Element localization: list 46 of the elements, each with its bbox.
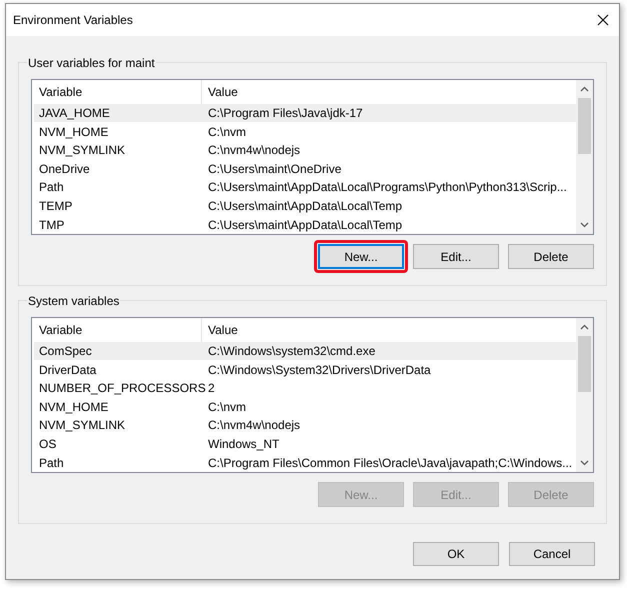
- scroll-down-icon[interactable]: [580, 460, 589, 466]
- scroll-down-icon[interactable]: [580, 222, 589, 228]
- action-button[interactable]: Delete: [508, 244, 594, 269]
- variable-name: ComSpec: [38, 342, 93, 360]
- variable-value: C:\Users\maint\AppData\Local\Temp: [207, 198, 404, 216]
- variable-value: 2: [207, 380, 216, 398]
- variable-name: OS: [38, 436, 58, 454]
- scrollbar[interactable]: [576, 318, 593, 472]
- variable-value: C:\Users\maint\OneDrive: [207, 160, 342, 178]
- variable-value: C:\nvm4w\nodejs: [207, 142, 302, 160]
- close-icon[interactable]: [597, 14, 609, 26]
- variable-name: DriverData: [38, 362, 98, 378]
- variable-name: NVM_SYMLINK: [38, 142, 126, 160]
- variable-value: C:\nvm4w\nodejs: [207, 417, 302, 434]
- dialog-button[interactable]: OK: [413, 542, 499, 566]
- variable-value: C:\Users\maint\AppData\Local\Programs\Python\Python313\Scrip...: [207, 179, 568, 196]
- action-button[interactable]: New...: [318, 244, 404, 269]
- scrollbar[interactable]: [576, 80, 593, 234]
- variable-value: C:\Windows\System32\Drivers\DriverData: [207, 362, 432, 378]
- variable-value: C:\Program Files\Common Files\Oracle\Java\javapath;C:\Windows...: [207, 454, 574, 472]
- scroll-up-icon[interactable]: [580, 86, 589, 92]
- scroll-up-icon[interactable]: [580, 324, 589, 330]
- variable-value: C:\nvm: [207, 124, 248, 140]
- scrollbar-thumb[interactable]: [578, 336, 591, 392]
- variable-value: C:\Windows\system32\cmd.exe: [207, 342, 376, 360]
- column-header[interactable]: Value: [202, 318, 576, 342]
- variable-value: C:\nvm: [207, 398, 248, 416]
- window-title: Environment Variables: [13, 12, 133, 29]
- variable-name: TMP: [38, 216, 66, 234]
- list-row[interactable]: JAVA_HOME C:\Program Files\Java\jdk-17: [34, 104, 576, 122]
- action-button[interactable]: Edit...: [413, 244, 499, 269]
- list-row[interactable]: ComSpec C:\Windows\system32\cmd.exe: [34, 342, 576, 360]
- variable-value: Windows_NT: [207, 436, 280, 454]
- dialog-button[interactable]: Cancel: [509, 542, 595, 566]
- variable-name: Path: [38, 454, 65, 472]
- variable-name: NVM_SYMLINK: [38, 417, 126, 434]
- variable-name: TEMP: [38, 198, 74, 216]
- scrollbar-thumb[interactable]: [578, 98, 591, 154]
- variable-name: OneDrive: [38, 160, 91, 178]
- variable-name: NVM_HOME: [38, 124, 110, 140]
- variable-name: JAVA_HOME: [38, 104, 111, 122]
- variable-name: NVM_HOME: [38, 398, 110, 416]
- variable-value: C:\Users\maint\AppData\Local\Temp: [207, 216, 404, 234]
- variable-value: C:\Program Files\Java\jdk-17: [207, 104, 364, 122]
- variable-name: Path: [38, 179, 65, 196]
- column-header[interactable]: Value: [202, 80, 576, 104]
